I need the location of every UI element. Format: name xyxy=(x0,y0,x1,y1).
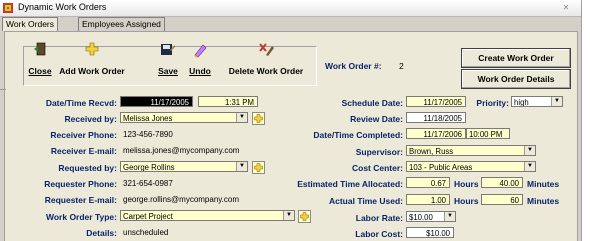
add-plus-icon xyxy=(254,114,263,123)
tab-bar: Work Orders Employees Assigned xyxy=(0,17,581,31)
labor-rate-select[interactable]: $10.00 ▼ xyxy=(406,211,456,222)
labor-cost-value: $10.00 xyxy=(406,227,454,238)
details-label: Details: xyxy=(86,228,117,238)
supervisor-label: Supervisor: xyxy=(355,147,403,157)
undo-eraser-icon xyxy=(194,44,207,58)
receiver-email-value: melissa.jones@mycompany.com xyxy=(123,146,240,155)
received-by-label: Received by: xyxy=(64,114,117,124)
work-order-panel: Close Add Work Order Save Undo Delete Wo… xyxy=(4,31,578,241)
requester-email-label: Requester E-mail: xyxy=(44,195,117,205)
add-requester-button[interactable] xyxy=(252,161,265,174)
received-by-value: Melissa Jones xyxy=(123,114,173,123)
chevron-down-icon[interactable]: ▼ xyxy=(236,162,247,171)
close-button[interactable]: Close xyxy=(27,42,53,76)
received-by-select[interactable]: Melissa Jones ▼ xyxy=(120,112,248,123)
exit-door-icon xyxy=(34,42,46,56)
undo-button[interactable]: Undo xyxy=(187,42,213,76)
receiver-phone-label: Receiver Phone: xyxy=(50,130,117,140)
chevron-down-icon[interactable]: ▼ xyxy=(444,212,455,221)
receiver-email-label: Receiver E-mail: xyxy=(50,146,117,156)
tab-employees-assigned[interactable]: Employees Assigned xyxy=(78,17,165,31)
delete-work-order-label: Delete Work Order xyxy=(228,66,304,76)
actual-time-label: Actual Time Used: xyxy=(328,196,403,206)
save-button-label: Save xyxy=(158,66,178,76)
title-bar: Dynamic Work Orders ✕ xyxy=(0,0,581,17)
labor-rate-label: Labor Rate: xyxy=(355,213,403,223)
priority-value: high xyxy=(514,98,529,107)
save-button[interactable]: Save xyxy=(155,42,181,76)
requester-email-value: george.rollins@mycompany.com xyxy=(123,195,240,204)
work-order-number-label: Work Order #: xyxy=(325,61,382,71)
close-button-label: Close xyxy=(28,66,52,76)
estimated-minutes-input[interactable]: 40.00 xyxy=(481,177,523,188)
time-received-input[interactable]: 1:31 PM xyxy=(198,96,258,107)
app-icon xyxy=(3,3,13,13)
priority-select[interactable]: high ▼ xyxy=(511,96,563,107)
time-completed-input[interactable]: 10:00 PM xyxy=(466,128,510,139)
supervisor-value: Brown, Russ xyxy=(409,147,454,156)
details-value: unscheduled xyxy=(123,228,169,237)
date-completed-label: Date/Time Completed: xyxy=(313,130,403,140)
priority-label: Priority: xyxy=(476,98,509,108)
actual-minutes-unit: Minutes xyxy=(527,196,560,206)
work-order-type-value: Carpet Project xyxy=(123,212,173,221)
edge-mark xyxy=(0,89,6,90)
estimated-hours-input[interactable]: 0.67 xyxy=(406,177,450,188)
labor-rate-value: $10.00 xyxy=(409,213,433,222)
labor-cost-label: Labor Cost: xyxy=(355,229,403,239)
date-received-label: Date/Time Recvd: xyxy=(45,98,117,108)
tab-work-orders[interactable]: Work Orders xyxy=(2,17,59,31)
schedule-date-label: Schedule Date: xyxy=(341,98,403,108)
actual-hours-unit: Hours xyxy=(454,196,479,206)
window-title: Dynamic Work Orders xyxy=(18,2,107,12)
work-order-details-button[interactable]: Work Order Details xyxy=(461,69,571,89)
date-completed-input[interactable]: 11/17/2006 xyxy=(406,128,466,139)
add-work-order-label: Add Work Order xyxy=(59,66,125,76)
add-work-order-button[interactable]: Add Work Order xyxy=(57,42,127,76)
add-plus-icon xyxy=(85,42,99,56)
schedule-date-input[interactable]: 11/17/2005 xyxy=(406,96,466,107)
requested-by-select[interactable]: George Rollins ▼ xyxy=(120,161,248,172)
actual-minutes-input[interactable]: 60 xyxy=(481,194,523,205)
work-orders-window: Dynamic Work Orders ✕ Work Orders Employ… xyxy=(0,0,582,241)
cost-center-select[interactable]: 103 - Public Areas ▼ xyxy=(406,161,536,172)
review-date-input[interactable]: 11/18/2005 xyxy=(406,112,466,123)
add-plus-icon xyxy=(254,163,263,172)
chevron-down-icon[interactable]: ▼ xyxy=(524,162,535,171)
work-order-number-value: 2 xyxy=(399,61,404,71)
actual-hours-input[interactable]: 1.00 xyxy=(406,194,450,205)
supervisor-select[interactable]: Brown, Russ ▼ xyxy=(406,145,536,156)
chevron-down-icon[interactable]: ▼ xyxy=(524,146,535,155)
close-window-icon[interactable]: ✕ xyxy=(559,2,573,13)
requester-phone-label: Requester Phone: xyxy=(44,179,117,189)
save-disk-icon xyxy=(161,44,175,55)
requested-by-value: George Rollins xyxy=(123,163,175,172)
add-receiver-button[interactable] xyxy=(252,112,265,125)
estimated-hours-unit: Hours xyxy=(454,179,479,189)
chevron-down-icon[interactable]: ▼ xyxy=(551,97,562,106)
cost-center-label: Cost Center: xyxy=(351,163,403,173)
estimated-minutes-unit: Minutes xyxy=(527,179,560,189)
date-received-input[interactable]: 11/17/2005 xyxy=(120,96,193,107)
receiver-phone-value: 123-456-7890 xyxy=(123,130,173,139)
requested-by-label: Requested by: xyxy=(58,163,117,173)
requester-phone-value: 321-654-0987 xyxy=(123,179,173,188)
delete-x-icon xyxy=(259,43,274,56)
estimated-time-label: Estimated Time Allocated: xyxy=(297,179,403,189)
review-date-label: Review Date: xyxy=(350,114,403,124)
undo-button-label: Undo xyxy=(189,66,211,76)
chevron-down-icon[interactable]: ▼ xyxy=(236,113,247,122)
work-order-type-label: Work Order Type: xyxy=(45,212,117,222)
create-work-order-button[interactable]: Create Work Order xyxy=(461,48,571,68)
cost-center-value: 103 - Public Areas xyxy=(409,163,473,172)
delete-work-order-button[interactable]: Delete Work Order xyxy=(223,42,309,76)
